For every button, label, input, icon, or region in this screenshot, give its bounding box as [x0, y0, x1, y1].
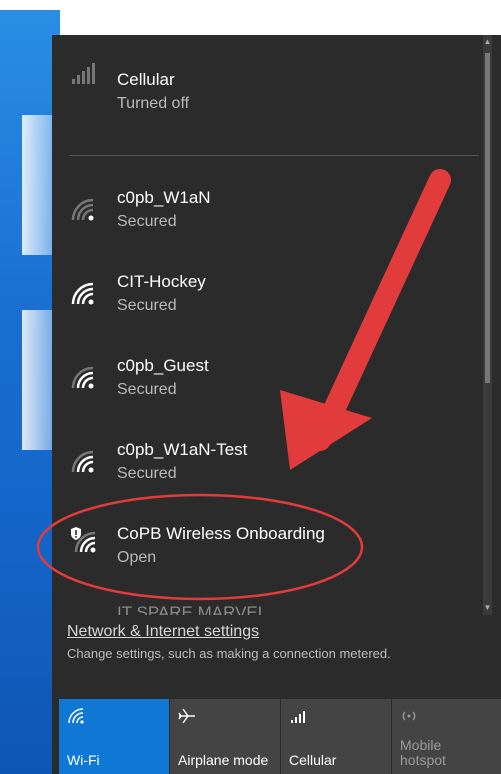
tile-label: Airplane mode — [178, 752, 269, 768]
tile-label: Cellular — [289, 752, 337, 768]
network-settings-link[interactable]: Network & Internet settings — [67, 623, 259, 641]
wifi-icon — [71, 366, 94, 389]
wifi-tile[interactable]: Wi-Fi — [59, 699, 169, 774]
scroll-up-arrow-icon[interactable]: ▲ — [483, 37, 492, 47]
airplane-icon — [178, 708, 195, 724]
network-status: Turned off — [117, 95, 190, 112]
mobile-hotspot-tile[interactable]: Mobile hotspot — [392, 699, 501, 774]
cellular-signal-icon — [291, 711, 305, 723]
cellular-tile[interactable]: Cellular — [281, 699, 391, 774]
network-name: CoPB Wireless Onboarding — [117, 524, 325, 543]
network-name: Cellular — [117, 70, 175, 89]
network-name: CIT-Hockey — [117, 272, 206, 291]
top-margin — [0, 0, 501, 10]
divider — [69, 155, 479, 156]
network-item-cellular[interactable]: Cellular Turned off — [52, 35, 492, 119]
airplane-mode-tile[interactable]: Airplane mode — [170, 699, 280, 774]
flyout-footer: Network & Internet settings Change setti… — [52, 615, 501, 774]
tile-label-line: hotspot — [400, 752, 446, 768]
wifi-icon — [71, 450, 94, 473]
wifi-icon — [68, 708, 84, 724]
network-status: Secured — [117, 213, 177, 230]
network-list: Cellular Turned off c0pb_W1aN Secured CI… — [52, 35, 492, 615]
network-status: Open — [117, 549, 157, 566]
tile-label-line: Mobile — [400, 737, 442, 753]
network-name: c0pb_Guest — [117, 356, 209, 375]
wifi-icon — [71, 282, 94, 305]
network-item-copb-wireless-onboarding[interactable]: CoPB Wireless Onboarding Open — [52, 507, 492, 591]
network-item-c0pb-w1an[interactable]: c0pb_W1aN Secured — [52, 171, 492, 255]
network-item-it-spare-marvel[interactable]: IT SPARE MARVEL — [52, 591, 492, 615]
network-status: Secured — [117, 381, 177, 398]
wifi-icon — [71, 198, 94, 221]
settings-description: Change settings, such as making a connec… — [67, 646, 391, 661]
scroll-down-arrow-icon[interactable]: ▼ — [483, 603, 492, 613]
network-name: IT SPARE MARVEL — [117, 603, 268, 615]
tile-label: Wi-Fi — [67, 752, 100, 768]
quick-action-tiles: Wi-Fi Airplane mode Cellular Mobile hots… — [59, 699, 501, 774]
network-status: Secured — [117, 297, 177, 314]
network-name: c0pb_W1aN — [117, 188, 211, 207]
desktop-wallpaper — [0, 0, 62, 774]
scrollbar-thumb[interactable] — [485, 53, 490, 383]
network-name: c0pb_W1aN-Test — [117, 440, 248, 459]
hotspot-icon — [402, 711, 416, 721]
wifi-shield-icon — [71, 527, 96, 553]
scrollbar[interactable]: ▲ ▼ — [483, 35, 492, 615]
network-status: Secured — [117, 465, 177, 482]
network-flyout: Cellular Turned off c0pb_W1aN Secured CI… — [52, 35, 501, 774]
tile-label: Mobile hotspot — [400, 738, 446, 768]
network-item-c0pb-guest[interactable]: c0pb_Guest Secured — [52, 339, 492, 423]
network-item-c0pb-w1an-test[interactable]: c0pb_W1aN-Test Secured — [52, 423, 492, 507]
network-item-cit-hockey[interactable]: CIT-Hockey Secured — [52, 255, 492, 339]
cellular-signal-icon — [72, 63, 95, 84]
